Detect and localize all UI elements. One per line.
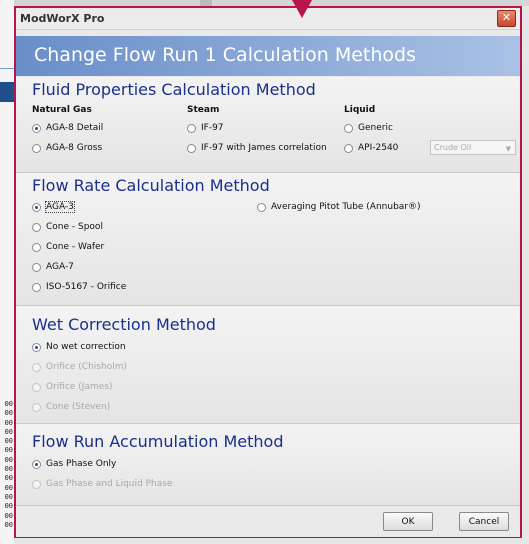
radio-checked-icon [32,123,41,133]
radio-cone-spool[interactable]: Cone - Spool [32,222,103,232]
radio-icon [32,143,41,153]
radio-orifice-chisholm: Orifice (Chisholm) [32,362,127,372]
radio-icon [32,402,41,412]
radio-icon [187,143,196,153]
radio-label: Orifice (James) [46,382,113,392]
radio-checked-icon [32,459,41,469]
radio-label: Gas Phase Only [46,459,117,469]
radio-label: AGA-7 [46,262,74,272]
ok-button-label: OK [401,517,415,527]
bg-number: 00 [4,520,13,529]
radio-aga7[interactable]: AGA-7 [32,262,74,272]
radio-icon [32,242,41,252]
radio-if97-james[interactable]: IF-97 with James correlation [187,143,327,153]
select-value: Crude Oil [434,143,472,152]
radio-gas-phase-only[interactable]: Gas Phase Only [32,459,116,469]
window-title: ModWorX Pro [20,12,105,25]
radio-aga8-gross[interactable]: AGA-8 Gross [32,143,102,153]
radio-icon [187,123,196,133]
accumulation-section-title: Flow Run Accumulation Method [32,432,284,451]
radio-label: Orifice (Chisholm) [46,362,127,372]
ok-button[interactable]: OK [383,512,433,531]
background-divider [0,68,14,69]
radio-if97[interactable]: IF-97 [187,123,224,133]
radio-label: AGA-8 Detail [46,123,104,133]
radio-icon [344,123,353,133]
radio-aga8-detail[interactable]: AGA-8 Detail [32,123,103,133]
bg-number: 00 [4,511,13,520]
radio-label: API-2540 [358,143,399,153]
radio-label: IF-97 [201,123,224,133]
dialog-header: Change Flow Run 1 Calculation Methods [16,36,520,76]
radio-no-wet-correction[interactable]: No wet correction [32,342,126,352]
radio-icon [32,382,41,392]
wet-correction-section: Wet Correction Method No wet correction … [16,305,520,424]
liquid-heading: Liquid [344,105,376,115]
bg-number: 00 [4,465,13,474]
radio-icon [344,143,353,153]
radio-iso5167[interactable]: ISO-5167 - Orifice [32,282,126,292]
cancel-button-label: Cancel [468,517,500,527]
chevron-down-icon: ▼ [505,145,511,153]
close-icon[interactable]: ✕ [497,10,516,27]
bg-number: 00 [4,446,13,455]
radio-label: No wet correction [46,342,126,352]
calculation-methods-dialog: ModWorX Pro ✕ Change Flow Run 1 Calculat… [14,6,522,538]
radio-icon [257,202,266,212]
radio-api2540[interactable]: API-2540 [344,143,398,153]
radio-label: Cone - Spool [46,222,103,232]
radio-checked-icon [32,202,41,212]
radio-label: Averaging Pitot Tube (Annubar®) [271,202,421,212]
radio-label: AGA-3 [45,201,75,213]
radio-label: Gas Phase and Liquid Phase [46,479,173,489]
radio-label: IF-97 with James correlation [201,143,327,153]
cancel-button[interactable]: Cancel [459,512,509,531]
radio-cone-steven: Cone (Steven) [32,402,110,412]
radio-label: AGA-8 Gross [46,143,103,153]
bg-number: 00 [4,427,13,436]
bg-number: 00 [4,400,13,408]
radio-label: Cone (Steven) [46,402,111,412]
radio-aga3[interactable]: AGA-3 [32,201,75,213]
bg-number: 00 [4,492,13,501]
radio-annubar[interactable]: Averaging Pitot Tube (Annubar®) [257,202,421,212]
radio-label: ISO-5167 - Orifice [46,282,127,292]
bg-number: 00 [4,483,13,492]
radio-generic[interactable]: Generic [344,123,393,133]
flow-rate-section-title: Flow Rate Calculation Method [32,176,270,195]
steam-heading: Steam [187,105,220,115]
radio-gas-and-liquid-phase: Gas Phase and Liquid Phase [32,479,172,489]
bg-number: 00 [4,409,13,418]
wet-section-title: Wet Correction Method [32,315,216,334]
radio-checked-icon [32,342,41,352]
radio-icon [32,222,41,232]
background-selected-row [0,82,14,102]
bg-number: 00 [4,418,13,427]
bg-number: 00 [4,502,13,511]
button-bar: OK Cancel [16,505,520,537]
fluid-section-title: Fluid Properties Calculation Method [32,80,316,99]
fluid-properties-section: Fluid Properties Calculation Method Natu… [16,77,520,172]
bg-number: 00 [4,455,13,464]
background-number-column: 00 00 00 00 00 00 00 00 00 00 00 00 00 0… [0,400,14,530]
radio-icon [32,362,41,372]
flow-rate-section: Flow Rate Calculation Method AGA-3 Cone … [16,172,520,306]
bg-number: 00 [4,474,13,483]
callout-arrow-icon [292,0,312,18]
liquid-product-select[interactable]: Crude Oil ▼ [430,140,516,155]
bg-number: 00 [4,437,13,446]
radio-icon [32,282,41,292]
accumulation-section: Flow Run Accumulation Method Gas Phase O… [16,423,520,506]
radio-label: Generic [358,123,393,133]
title-bar[interactable]: ModWorX Pro ✕ [16,8,520,30]
natural-gas-heading: Natural Gas [32,105,92,115]
radio-icon [32,479,41,489]
radio-icon [32,262,41,272]
radio-label: Cone - Wafer [46,242,105,252]
dialog-heading: Change Flow Run 1 Calculation Methods [34,44,416,66]
radio-cone-wafer[interactable]: Cone - Wafer [32,242,104,252]
radio-orifice-james: Orifice (James) [32,382,113,392]
